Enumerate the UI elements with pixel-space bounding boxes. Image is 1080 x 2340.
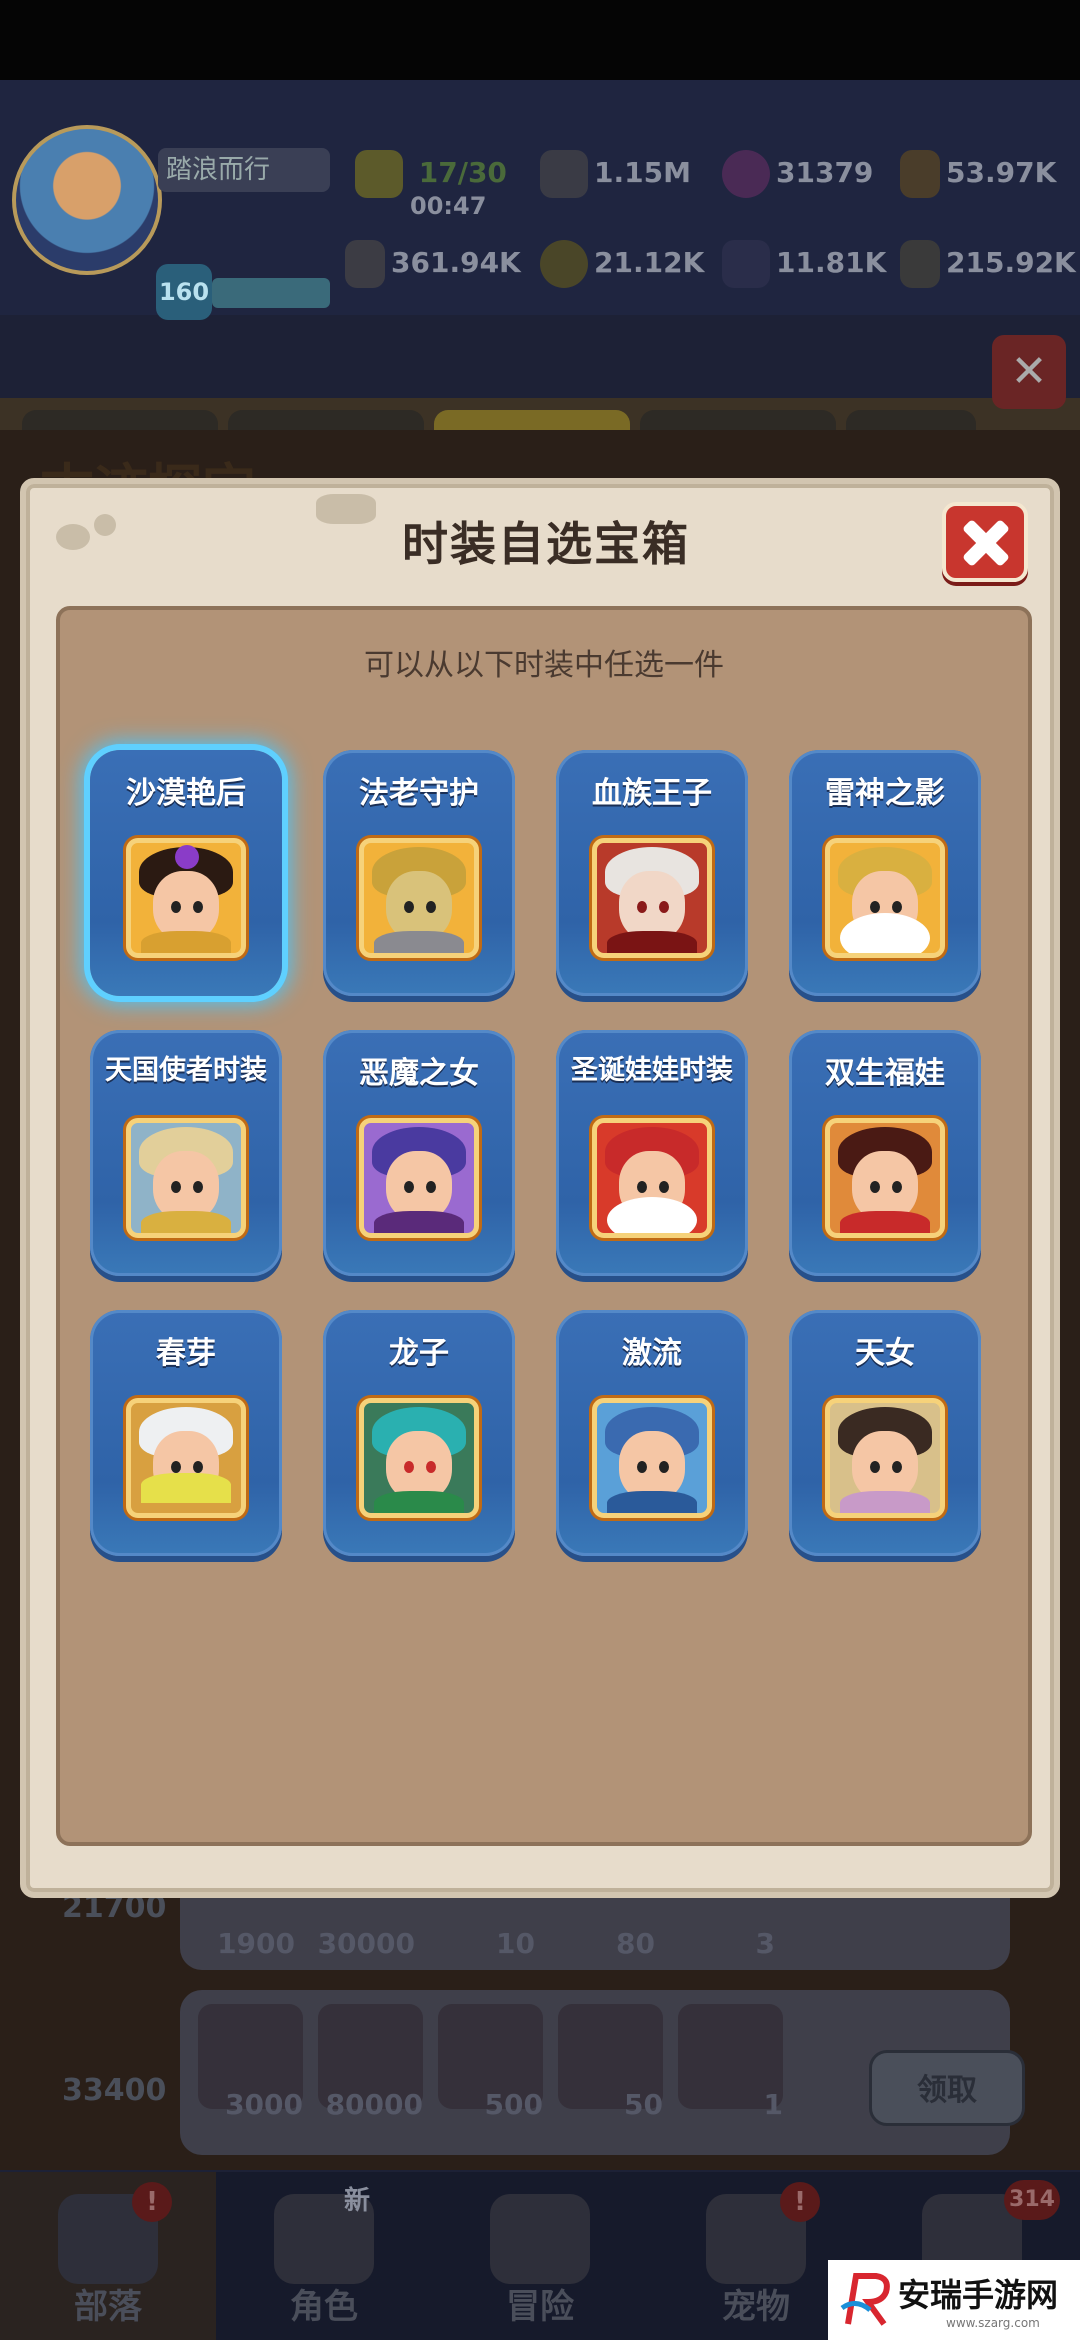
reward-count: 1 — [763, 2088, 783, 2121]
reward-count: 3 — [755, 1927, 775, 1960]
costume-portrait — [825, 1118, 945, 1238]
costume-name: 法老守护 — [359, 776, 479, 811]
costume-card-pharaoh-guard[interactable]: 法老守护 — [323, 750, 515, 996]
count-badge: 314 — [1004, 2180, 1060, 2220]
costume-card-spring-sprout[interactable]: 春芽 — [90, 1310, 282, 1556]
reward-count: 1900 — [217, 1927, 295, 1960]
status-bar — [0, 0, 1080, 80]
stone-icon — [540, 150, 588, 198]
nav-adventure[interactable]: 冒险 — [432, 2172, 648, 2340]
costume-portrait — [359, 838, 479, 958]
reward-count: 80 — [616, 1927, 655, 1960]
costume-card-twin-dolls[interactable]: 双生福娃 — [789, 1030, 981, 1276]
costume-card-dragon-son[interactable]: 龙子 — [323, 1310, 515, 1556]
reward-count: 30000 — [317, 1927, 415, 1960]
ore-icon — [900, 240, 940, 288]
costume-portrait — [126, 1398, 246, 1518]
costume-name: 天女 — [855, 1336, 915, 1371]
costume-card-demon-daughter[interactable]: 恶魔之女 — [323, 1030, 515, 1276]
costume-name: 血族王子 — [592, 776, 712, 811]
resource-ore[interactable]: 215.92K — [900, 240, 1076, 288]
progress-value-2: 33400 — [62, 2073, 167, 2108]
reward-count: 500 — [484, 2088, 543, 2121]
energy-icon — [355, 150, 403, 198]
nav-label: 冒险 — [506, 2287, 574, 2327]
costume-portrait — [592, 1118, 712, 1238]
reward-count: 80000 — [325, 2088, 423, 2121]
costume-list-panel: 可以从以下时装中任选一件 沙漠艳后 法老守护 血族王子 雷神之影 天国使者时装 … — [56, 606, 1032, 1846]
site-logo-icon — [840, 2273, 890, 2326]
costume-name: 圣诞娃娃时装 — [571, 1055, 733, 1086]
resource-bone[interactable]: 361.94K — [345, 240, 521, 288]
coin-icon — [540, 240, 588, 288]
costume-card-christmas-doll[interactable]: 圣诞娃娃时装 — [556, 1030, 748, 1276]
costume-name: 雷神之影 — [825, 776, 945, 811]
costume-portrait — [592, 1398, 712, 1518]
costume-portrait — [126, 838, 246, 958]
resource-crystal[interactable]: 11.81K — [722, 240, 886, 288]
energy-indicator[interactable]: 17/30 — [355, 150, 507, 198]
energy-value: 17/30 — [418, 156, 507, 189]
claim-button[interactable]: 领取 — [869, 2050, 1025, 2126]
costume-card-thunder-shadow[interactable]: 雷神之影 — [789, 750, 981, 996]
watermark: 安瑞手游网 www.szarg.com — [828, 2260, 1080, 2340]
watermark-url: www.szarg.com — [946, 2316, 1040, 2330]
costume-card-celestial-maiden[interactable]: 天女 — [789, 1310, 981, 1556]
bone-icon — [345, 240, 385, 288]
nav-label: 角色 — [290, 2287, 358, 2327]
costume-portrait — [825, 1398, 945, 1518]
costume-portrait — [592, 838, 712, 958]
close-icon[interactable]: ✕ — [992, 335, 1066, 409]
resource-gem[interactable]: 31379 — [722, 150, 873, 198]
costume-name: 龙子 — [389, 1336, 449, 1371]
costume-card-vampire-prince[interactable]: 血族王子 — [556, 750, 748, 996]
costume-name: 春芽 — [156, 1336, 216, 1371]
costume-portrait — [359, 1118, 479, 1238]
exp-bar — [212, 278, 330, 308]
player-avatar[interactable] — [12, 125, 162, 275]
costume-portrait — [825, 838, 945, 958]
costume-card-torrent[interactable]: 激流 — [556, 1310, 748, 1556]
costume-name: 双生福娃 — [825, 1056, 945, 1091]
resource-stone[interactable]: 1.15M — [540, 150, 691, 198]
dialog-subtitle: 可以从以下时装中任选一件 — [364, 648, 724, 683]
watermark-name: 安瑞手游网 — [898, 2276, 1059, 2314]
gem-icon — [722, 150, 770, 198]
nav-character[interactable]: 新 角色 — [216, 2172, 432, 2340]
alert-badge: ! — [780, 2182, 820, 2222]
map-icon — [490, 2194, 590, 2284]
energy-timer: 00:47 — [410, 192, 487, 220]
reward-count: 3000 — [225, 2088, 303, 2121]
top-header: 踏浪而行 160 17/30 00:47 1.15M 31379 53.97K … — [0, 80, 1080, 320]
costume-name: 天国使者时装 — [105, 1055, 267, 1086]
alert-badge: ! — [132, 2182, 172, 2222]
costume-name: 沙漠艳后 — [126, 776, 246, 811]
costume-portrait — [126, 1118, 246, 1238]
costume-name: 恶魔之女 — [359, 1056, 479, 1091]
reward-count: 50 — [624, 2088, 663, 2121]
wood-icon — [900, 150, 940, 198]
player-name: 踏浪而行 — [158, 148, 330, 192]
close-button[interactable] — [942, 502, 1028, 582]
resource-coin[interactable]: 21.12K — [540, 240, 704, 288]
costume-portrait — [359, 1398, 479, 1518]
resource-wood[interactable]: 53.97K — [900, 150, 1056, 198]
nav-tribe[interactable]: ! 部落 — [0, 2172, 216, 2340]
reward-count: 10 — [496, 1927, 535, 1960]
costume-name: 激流 — [622, 1336, 682, 1371]
player-level: 160 — [156, 264, 212, 320]
crystal-icon — [722, 240, 770, 288]
dialog-title: 时装自选宝箱 — [402, 517, 690, 571]
nav-label: 部落 — [74, 2287, 142, 2327]
costume-card-desert-queen[interactable]: 沙漠艳后 — [90, 750, 282, 996]
costume-card-heaven-envoy[interactable]: 天国使者时装 — [90, 1030, 282, 1276]
new-tag: 新 — [344, 2186, 371, 2216]
costume-chest-dialog: 时装自选宝箱 可以从以下时装中任选一件 沙漠艳后 法老守护 血族王子 雷神之影 … — [20, 478, 1060, 1898]
